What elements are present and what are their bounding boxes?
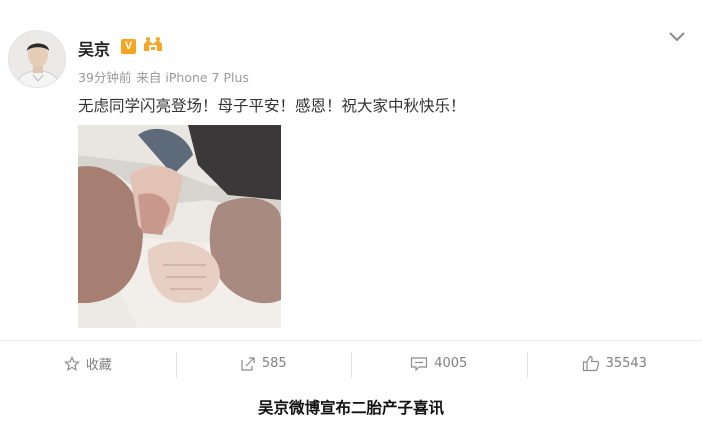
member-crown-icon[interactable] [141,36,165,56]
thumbs-up-icon [582,355,599,372]
repost-button[interactable]: 585 [175,341,352,386]
comment-button[interactable]: 4005 [351,341,527,386]
favorite-label: 收藏 [85,358,112,373]
chevron-down-icon[interactable] [668,30,686,44]
post-text: 无虑同学闪亮登场！母子平安！感恩！祝大家中秋快乐！ [78,97,466,115]
avatar-image [9,31,65,87]
post-source[interactable]: 来自 iPhone 7 Plus [136,70,249,85]
star-icon [63,355,80,371]
avatar[interactable] [8,30,66,88]
repost-count: 585 [261,356,287,371]
like-button[interactable]: 35543 [526,341,702,386]
baby-hands-photo [78,125,281,328]
post-time: 39分钟前 [78,70,132,85]
comment-icon [411,356,428,371]
action-bar: 收藏 585 4005 35543 [0,340,702,386]
repost-icon [241,356,255,371]
like-count: 35543 [605,356,647,371]
comment-count: 4005 [434,356,468,371]
verified-badge: V [121,39,136,54]
username[interactable]: 吴京 [78,36,110,60]
favorite-button[interactable]: 收藏 [0,341,176,386]
image-caption: 吴京微博宣布二胎产子喜讯 [257,399,444,417]
post-meta: 39分钟前 来自 iPhone 7 Plus [78,67,254,86]
post-photo[interactable] [78,125,281,328]
